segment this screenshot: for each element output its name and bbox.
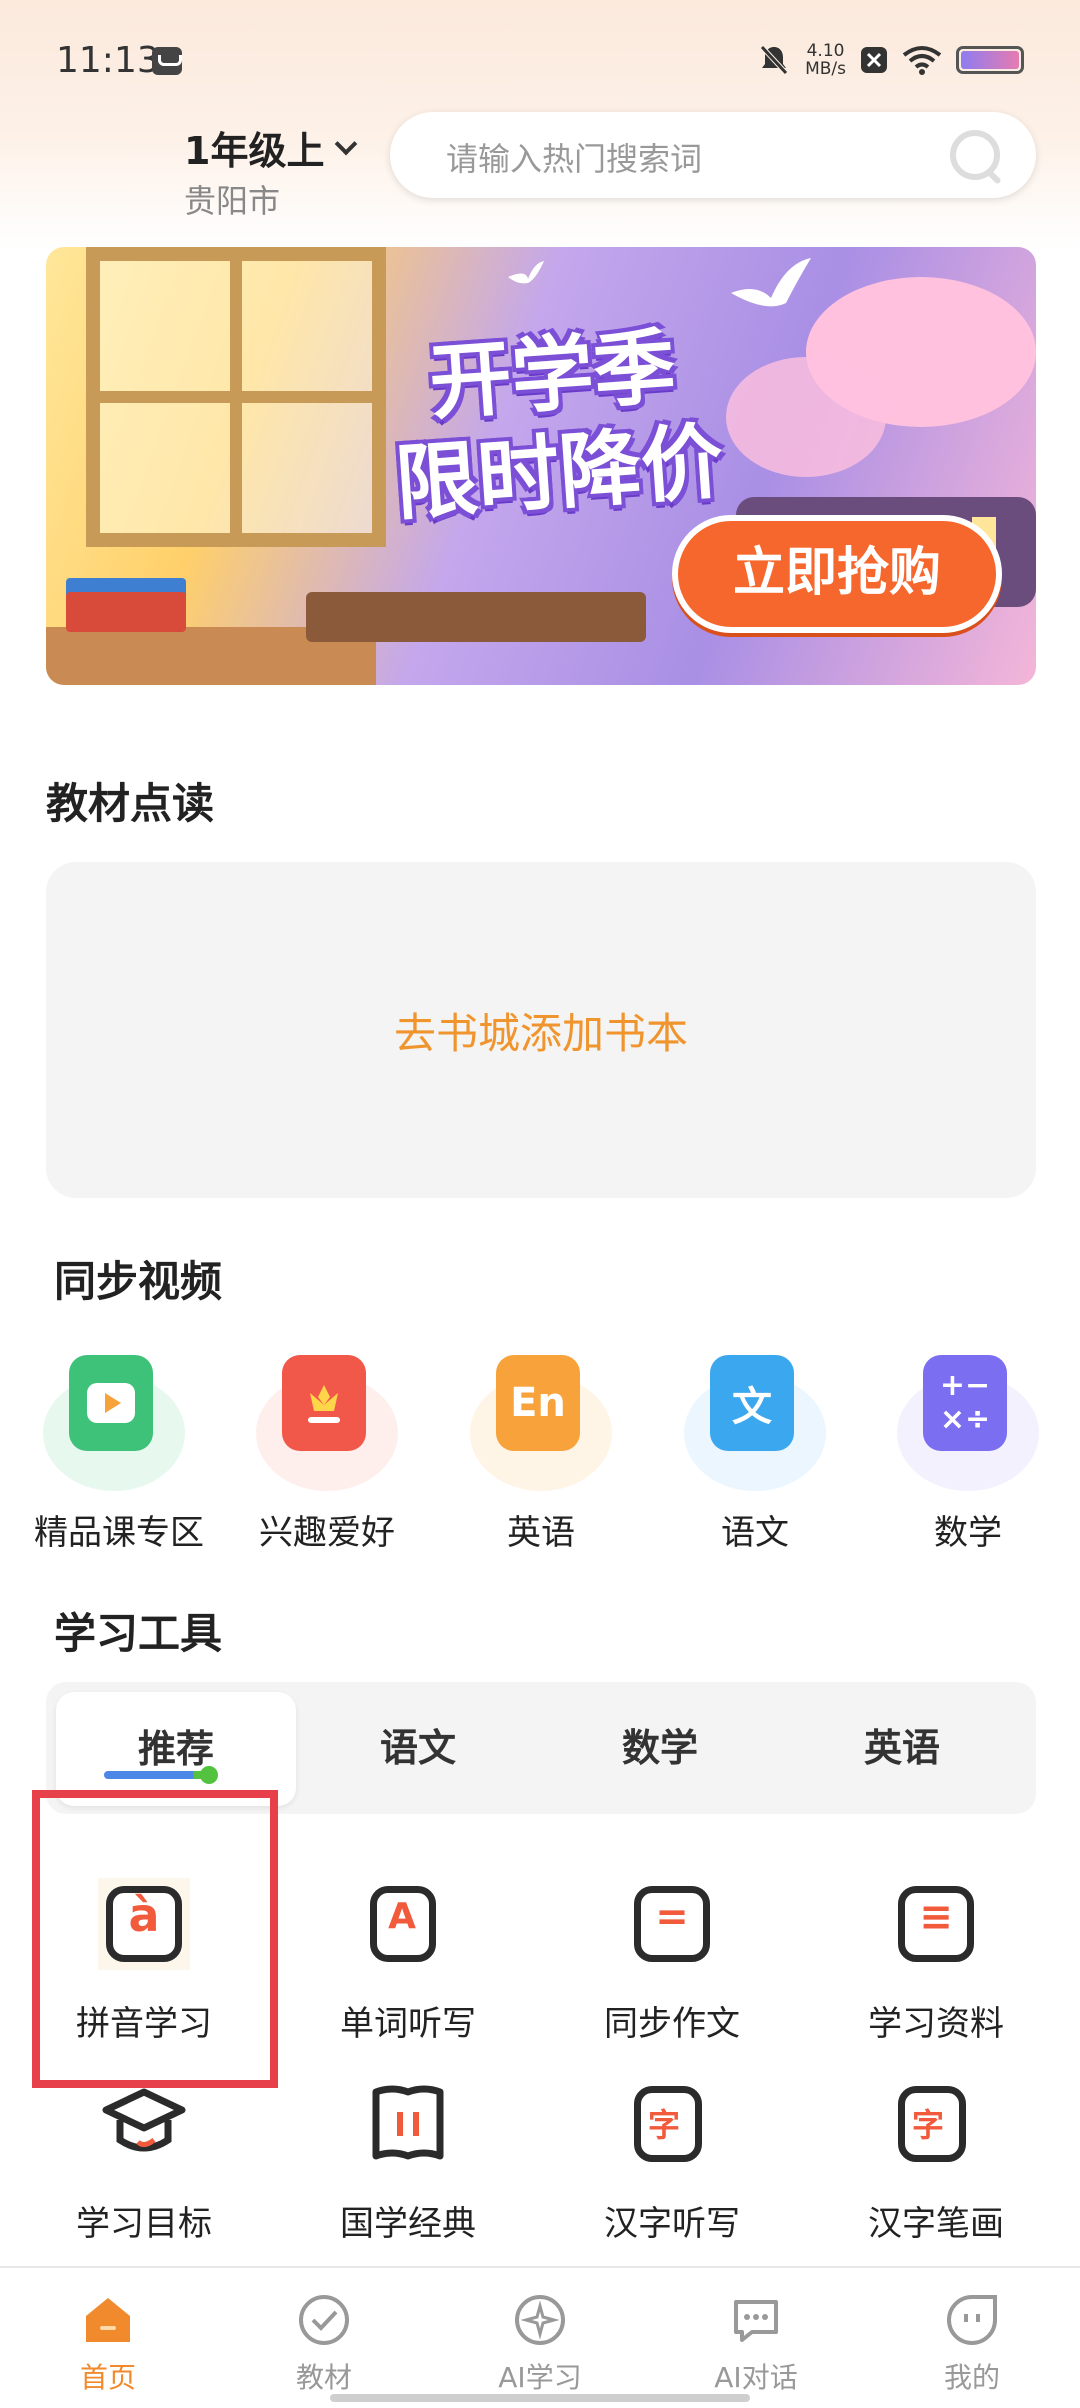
- hanzi-dictation-icon: 字: [626, 2078, 718, 2170]
- tool-study-goals[interactable]: 学习目标: [14, 2078, 274, 2245]
- chat-bubble-icon: [728, 2292, 784, 2348]
- section-title-videos: 同步视频: [54, 1257, 223, 1306]
- tool-hanzi-strokes[interactable]: 字 汉字笔画: [806, 2078, 1066, 2245]
- flower-book-icon: [282, 1355, 366, 1451]
- status-bar: 11:13 4.10 MB/s: [0, 0, 1080, 120]
- grade-label: 1年级上: [184, 129, 325, 173]
- nav-ai-chat[interactable]: AI对话: [648, 2268, 864, 2408]
- tool-label: 学习目标: [76, 2204, 212, 2244]
- graduation-cap-icon: [98, 2078, 190, 2170]
- nav-label: 我的: [943, 2361, 1000, 2394]
- bottom-navigation: 首页 教材 AI学习 AI对话 我的: [0, 2266, 1080, 2408]
- video-category-premium[interactable]: 精品课专区: [34, 1355, 204, 1554]
- chinese-book-icon: 文: [710, 1355, 794, 1451]
- tool-hanzi-dictation[interactable]: 字 汉字听写: [542, 2078, 802, 2245]
- composition-icon: =: [626, 1878, 718, 1970]
- video-category-label: 数学: [934, 1513, 1002, 1553]
- net-speed-value: 4.10: [806, 41, 845, 61]
- section-title-tools: 学习工具: [54, 1609, 223, 1658]
- video-category-english[interactable]: En 英语: [461, 1355, 621, 1554]
- banner-title-text: 开学季 限时降价: [392, 319, 727, 533]
- city-label: 贵阳市: [184, 182, 281, 220]
- search-bar[interactable]: 请输入热门搜索词: [390, 112, 1036, 198]
- buy-now-button[interactable]: 立即抢购: [672, 515, 1002, 633]
- nav-label: 首页: [79, 2361, 136, 2394]
- status-time: 11:13: [56, 40, 160, 81]
- add-book-link[interactable]: 去书城添加书本: [46, 1000, 1036, 1061]
- video-category-label: 英语: [507, 1513, 575, 1553]
- tool-label: 汉字笔画: [868, 2204, 1004, 2244]
- scroll-icon: [362, 2078, 454, 2170]
- video-category-math[interactable]: +− ×÷ 数学: [888, 1355, 1048, 1554]
- wifi-icon: [902, 46, 942, 75]
- close-box-icon: [861, 47, 887, 73]
- tv-play-icon: [69, 1355, 153, 1451]
- desk-illustration: [306, 592, 646, 642]
- banner-title: 开学季 限时降价: [340, 313, 773, 538]
- video-category-label: 精品课专区: [34, 1513, 204, 1553]
- tool-label: 学习资料: [868, 2004, 1004, 2044]
- materials-icon: ≡: [890, 1878, 982, 1970]
- video-category-label: 语文: [721, 1513, 789, 1553]
- grade-selector[interactable]: 1年级上: [184, 120, 358, 175]
- tool-label: 同步作文: [604, 2004, 740, 2044]
- bird-icon: [508, 261, 544, 284]
- books-illustration: [66, 592, 186, 632]
- math-book-icon: +− ×÷: [923, 1355, 1007, 1451]
- net-speed: 4.10 MB/s: [805, 42, 846, 78]
- net-speed-unit: MB/s: [805, 59, 846, 79]
- tool-classics[interactable]: 国学经典: [278, 2078, 538, 2245]
- message-icon: [152, 47, 182, 75]
- chevron-down-icon: [335, 132, 358, 155]
- tab-english[interactable]: 英语: [782, 1682, 1022, 1814]
- window-illustration: [86, 247, 386, 547]
- section-title-textbook: 教材点读: [46, 779, 215, 828]
- sparkle-icon: [512, 2292, 568, 2348]
- promo-banner[interactable]: 开学季 限时降价 立即抢购: [46, 247, 1036, 685]
- nav-label: AI学习: [498, 2361, 582, 2394]
- home-icon: [80, 2292, 136, 2348]
- tool-label: 汉字听写: [604, 2204, 740, 2244]
- status-icons: 4.10 MB/s: [757, 42, 1024, 78]
- nav-textbook[interactable]: 教材: [216, 2268, 432, 2408]
- video-category-label: 兴趣爱好: [259, 1513, 395, 1553]
- tool-label: 国学经典: [340, 2204, 476, 2244]
- bird-icon: [731, 258, 811, 307]
- word-dictation-icon: A: [362, 1878, 454, 1970]
- check-circle-icon: [296, 2292, 352, 2348]
- video-category-hobby[interactable]: 兴趣爱好: [247, 1355, 407, 1554]
- english-book-icon: En: [496, 1355, 580, 1451]
- tab-indicator-dot: [200, 1766, 218, 1784]
- video-category-chinese[interactable]: 文 语文: [675, 1355, 835, 1554]
- tool-composition[interactable]: = 同步作文: [542, 1878, 802, 2045]
- tool-word-dictation[interactable]: A 单词听写: [278, 1878, 538, 2045]
- search-input[interactable]: 请输入热门搜索词: [446, 134, 702, 180]
- hanzi-stroke-icon: 字: [890, 2078, 982, 2170]
- tool-label: 单词听写: [340, 2004, 476, 2044]
- nav-ai-learning[interactable]: AI学习: [432, 2268, 648, 2408]
- nav-label: AI对话: [714, 2361, 798, 2394]
- nav-profile[interactable]: 我的: [864, 2268, 1080, 2408]
- mute-icon: [760, 45, 788, 75]
- battery-icon: [956, 46, 1024, 74]
- tab-math[interactable]: 数学: [540, 1682, 780, 1814]
- search-icon[interactable]: [950, 130, 1000, 180]
- highlight-box: [32, 1790, 278, 2088]
- tab-recommended[interactable]: 推荐: [56, 1692, 296, 1806]
- textbook-card[interactable]: 去书城添加书本: [46, 862, 1036, 1198]
- home-indicator[interactable]: [330, 2394, 750, 2402]
- tab-chinese[interactable]: 语文: [298, 1682, 538, 1814]
- face-icon: [944, 2292, 1000, 2348]
- tool-materials[interactable]: ≡ 学习资料: [806, 1878, 1066, 2045]
- nav-label: 教材: [295, 2361, 352, 2394]
- nav-home[interactable]: 首页: [0, 2268, 216, 2408]
